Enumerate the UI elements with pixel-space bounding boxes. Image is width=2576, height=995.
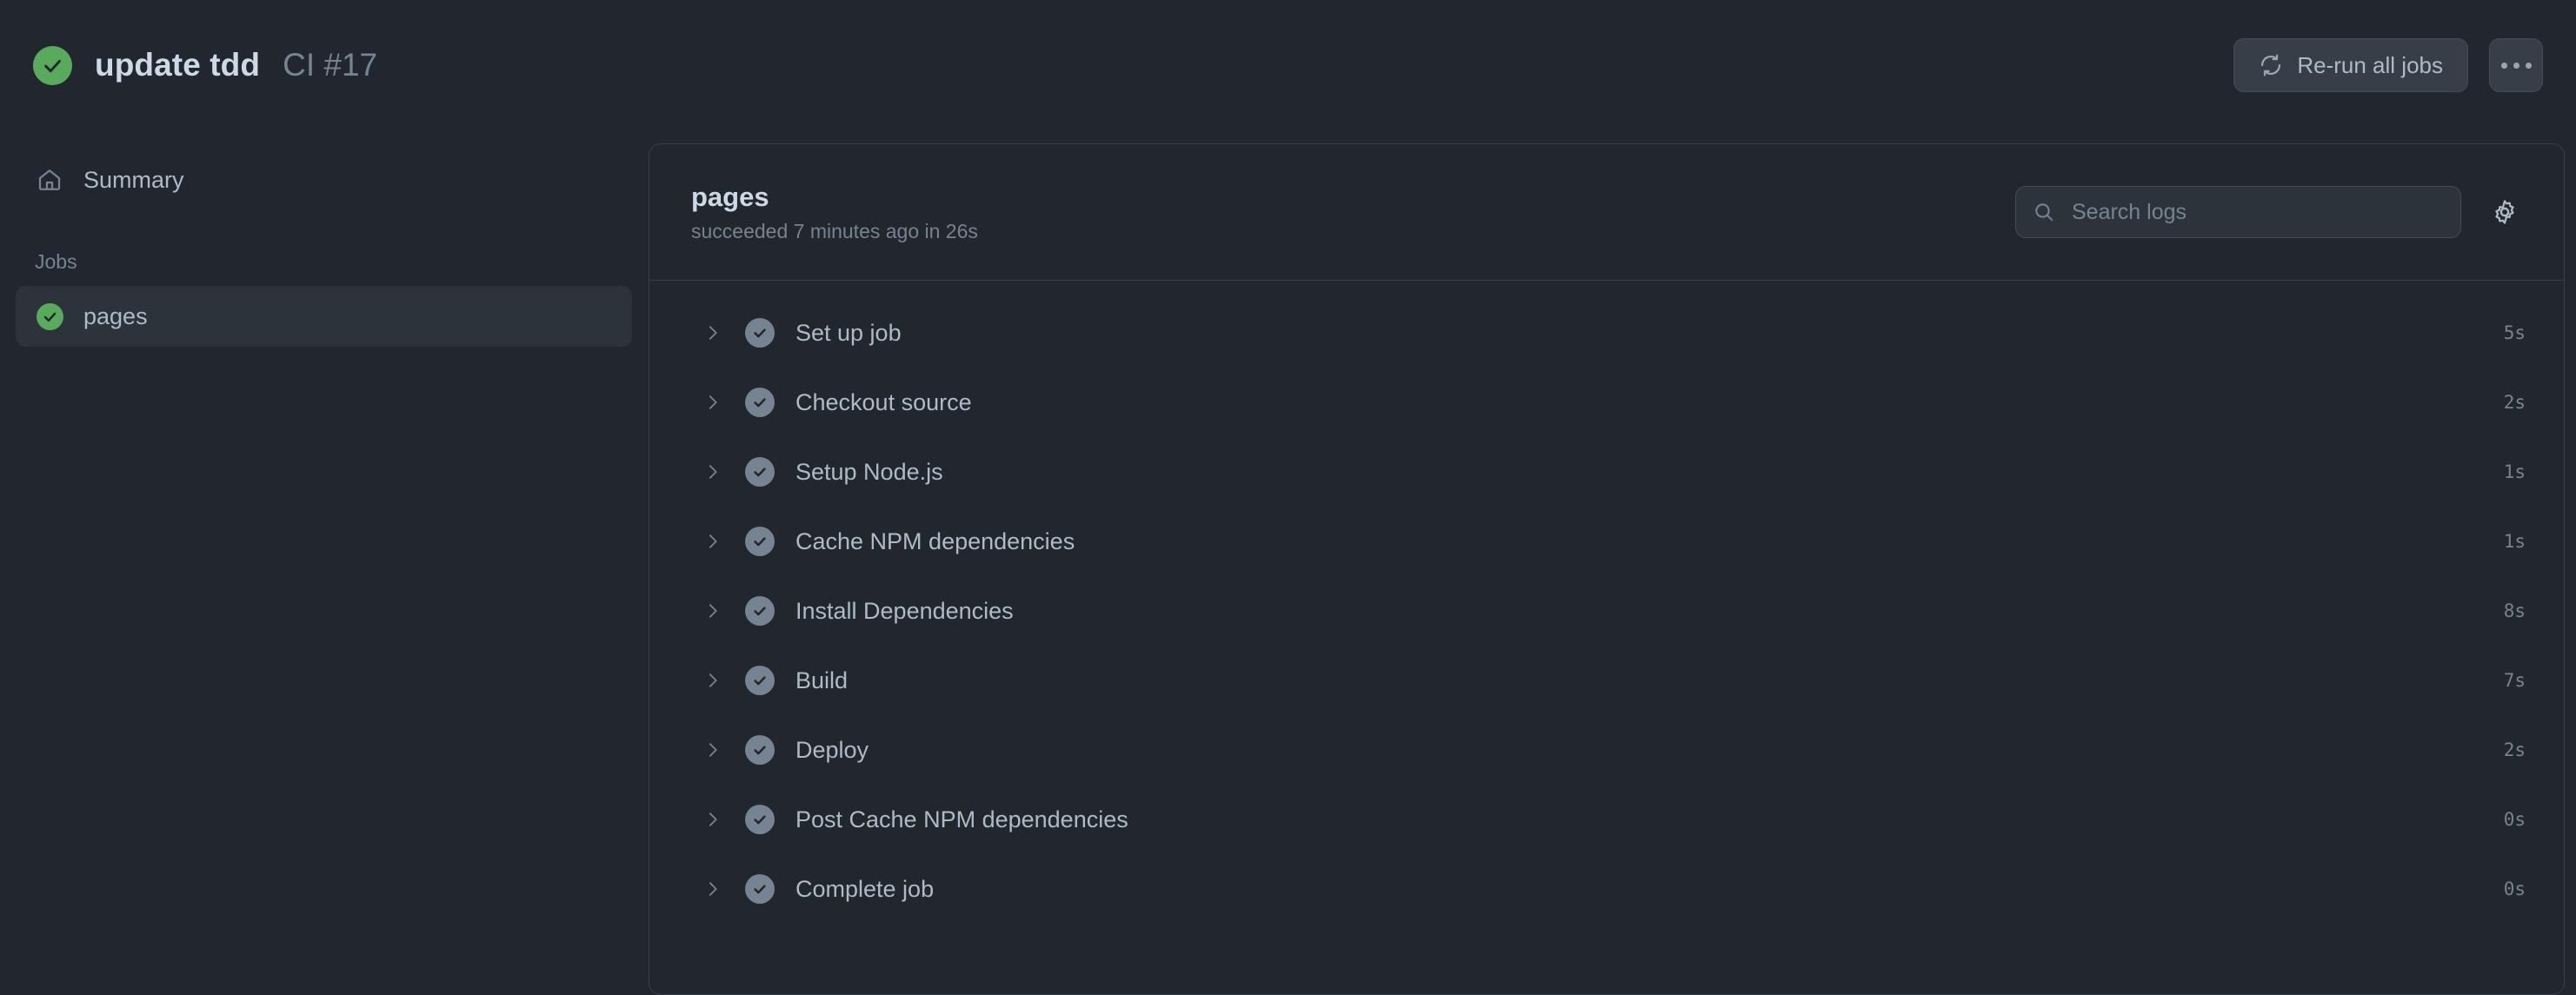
top-header-bar: update tdd CI #17 Re-run all jobs [0, 0, 2576, 130]
step-row[interactable]: Set up job 5s [649, 298, 2564, 368]
step-duration: 0s [2503, 809, 2526, 830]
job-steps-list: Set up job 5s Checkout source 2s Setup N… [649, 281, 2564, 924]
step-duration: 5s [2503, 322, 2526, 343]
chevron-right-icon[interactable] [698, 874, 728, 904]
job-status-text: succeeded 7 minutes ago in 26s [691, 220, 978, 243]
step-name: Cache NPM dependencies [795, 527, 1075, 554]
sidebar-item-summary-label: Summary [83, 166, 184, 193]
sidebar-item-pages-label: pages [83, 302, 148, 329]
step-duration: 1s [2503, 531, 2526, 552]
step-row[interactable]: Build 7s [649, 646, 2564, 715]
sidebar-item-summary[interactable]: Summary [16, 149, 632, 210]
step-duration: 7s [2503, 670, 2526, 691]
step-duration: 1s [2503, 461, 2526, 482]
step-name: Checkout source [795, 388, 972, 415]
rerun-all-jobs-button[interactable]: Re-run all jobs [2233, 38, 2468, 92]
step-name: Deploy [795, 736, 869, 763]
step-status-check-icon [745, 457, 775, 487]
step-name: Install Dependencies [795, 597, 1014, 624]
step-status-check-icon [745, 735, 775, 765]
step-row[interactable]: Checkout source 2s [649, 368, 2564, 437]
sidebar: Summary Jobs pages [0, 130, 648, 969]
step-name: Post Cache NPM dependencies [795, 806, 1128, 832]
sidebar-item-pages[interactable]: pages [16, 286, 632, 347]
step-row[interactable]: Post Cache NPM dependencies 0s [649, 785, 2564, 854]
kebab-horizontal-icon [2500, 62, 2507, 69]
chevron-right-icon[interactable] [698, 457, 728, 487]
step-status-check-icon [745, 318, 775, 348]
search-icon [2033, 201, 2055, 223]
job-log-header: pages succeeded 7 minutes ago in 26s [649, 144, 2564, 281]
gear-icon [2491, 198, 2519, 226]
step-status-check-icon [745, 388, 775, 417]
step-row[interactable]: Complete job 0s [649, 854, 2564, 924]
step-duration: 8s [2503, 600, 2526, 621]
kebab-dot-2 [2513, 62, 2519, 69]
job-summary: pages succeeded 7 minutes ago in 26s [691, 181, 2015, 244]
step-name: Set up job [795, 319, 902, 346]
job-title: pages [691, 181, 769, 212]
step-duration: 2s [2503, 740, 2526, 760]
step-row[interactable]: Deploy 2s [649, 715, 2564, 785]
step-status-check-icon [745, 596, 775, 626]
step-name: Build [795, 667, 849, 693]
step-status-check-icon [745, 805, 775, 834]
check-circle-green-icon [33, 45, 72, 85]
header-actions: Re-run all jobs [2233, 38, 2543, 92]
step-duration: 0s [2503, 879, 2526, 899]
step-name: Setup Node.js [795, 458, 943, 485]
kebab-dot-3 [2525, 62, 2532, 69]
rerun-all-jobs-label: Re-run all jobs [2297, 51, 2443, 78]
chevron-right-icon[interactable] [698, 318, 728, 348]
page-title: update tdd [95, 47, 261, 83]
check-circle-green-icon [35, 302, 64, 331]
run-identity: update tdd CI #17 [33, 45, 2233, 85]
log-settings-button[interactable] [2484, 191, 2526, 233]
search-logs-container [2015, 186, 2461, 238]
chevron-right-icon[interactable] [698, 805, 728, 834]
chevron-right-icon[interactable] [698, 527, 728, 556]
sync-refresh-icon [2259, 53, 2283, 77]
step-row[interactable]: Cache NPM dependencies 1s [649, 507, 2564, 576]
step-duration: 2s [2503, 392, 2526, 413]
step-row[interactable]: Setup Node.js 1s [649, 437, 2564, 507]
chevron-right-icon[interactable] [698, 666, 728, 695]
step-name: Complete job [795, 875, 935, 902]
step-status-check-icon [745, 527, 775, 556]
step-row[interactable]: Install Dependencies 8s [649, 576, 2564, 646]
search-logs-input[interactable] [2015, 186, 2461, 238]
step-status-check-icon [745, 666, 775, 695]
chevron-right-icon[interactable] [698, 388, 728, 417]
run-subtitle: CI #17 [283, 47, 378, 83]
home-icon [35, 165, 64, 195]
sidebar-jobs-heading: Jobs [35, 250, 77, 273]
chevron-right-icon[interactable] [698, 735, 728, 765]
more-options-button[interactable] [2489, 38, 2543, 92]
step-status-check-icon [745, 874, 775, 904]
chevron-right-icon[interactable] [698, 596, 728, 626]
job-log-panel: pages succeeded 7 minutes ago in 26s Sea… [649, 143, 2565, 995]
